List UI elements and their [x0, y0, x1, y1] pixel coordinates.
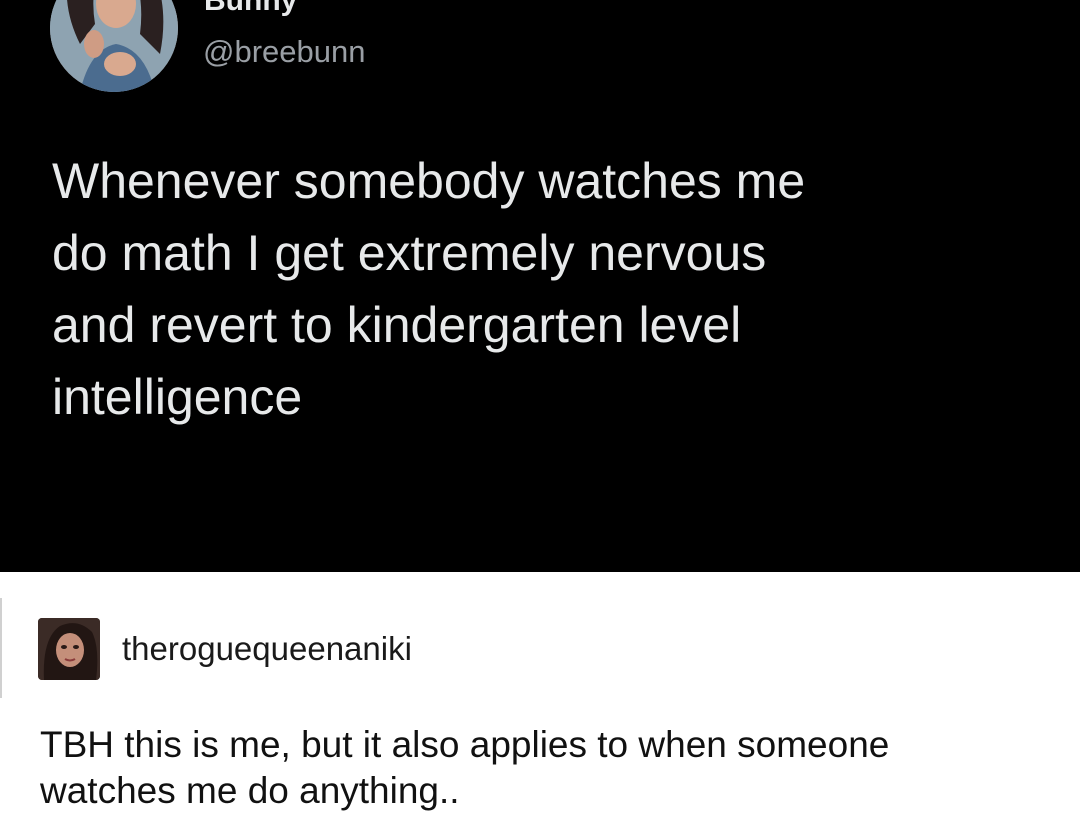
avatar-photo-icon	[38, 618, 100, 680]
reply-text: TBH this is me, but it also applies to w…	[40, 724, 890, 811]
tweet-text: Whenever somebody watches me do math I g…	[52, 153, 806, 425]
tweet-card: Bunny @breebunn Whenever somebody watche…	[0, 0, 1080, 572]
reply-username[interactable]: theroguequeenaniki	[122, 630, 412, 668]
tweet-display-name[interactable]: Bunny	[204, 0, 297, 18]
tweet-handle[interactable]: @breebunn	[203, 34, 365, 70]
reply-avatar[interactable]	[38, 618, 100, 680]
reply-border	[0, 598, 2, 698]
tweet-avatar[interactable]	[50, 0, 178, 92]
avatar-photo-icon	[50, 0, 178, 92]
reply-card: theroguequeenaniki TBH this is me, but i…	[0, 572, 1080, 825]
post-screenshot: Bunny @breebunn Whenever somebody watche…	[0, 0, 1080, 825]
